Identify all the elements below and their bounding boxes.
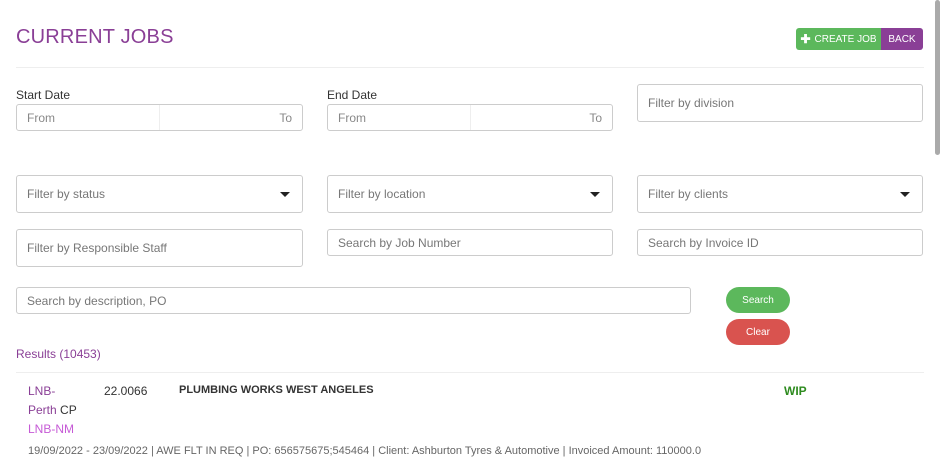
job-location-suffix: CP xyxy=(56,403,77,417)
job-status-badge: WIP xyxy=(784,384,807,398)
page-title: CURRENT JOBS xyxy=(16,26,174,48)
caret-down-icon xyxy=(590,192,600,197)
clear-button[interactable]: Clear xyxy=(726,319,790,345)
end-date-label: End Date xyxy=(327,88,378,102)
description-search-input[interactable]: Search by description, PO xyxy=(16,287,691,314)
end-date-to-input[interactable]: To xyxy=(469,105,613,130)
results-count: Results (10453) xyxy=(16,347,101,361)
end-date-from-input[interactable]: From xyxy=(328,105,470,130)
status-filter-placeholder: Filter by status xyxy=(27,187,106,201)
job-number: 22.0066 xyxy=(104,384,148,398)
job-list-item[interactable]: LNB- Perth CP LNB-NM 22.0066 PLUMBING WO… xyxy=(16,372,924,468)
create-job-label: CREATE JOB xyxy=(814,33,877,45)
division-filter-placeholder: Filter by division xyxy=(648,96,735,110)
responsible-staff-filter-input[interactable]: Filter by Responsible Staff xyxy=(16,229,303,267)
create-job-button[interactable]: ✚ CREATE JOB xyxy=(796,28,881,50)
division-filter-input[interactable]: Filter by division xyxy=(637,84,923,122)
clients-filter-placeholder: Filter by clients xyxy=(648,187,729,201)
start-date-to-input[interactable]: To xyxy=(159,105,302,130)
caret-down-icon xyxy=(900,192,910,197)
responsible-staff-placeholder: Filter by Responsible Staff xyxy=(27,241,167,255)
status-filter-select[interactable]: Filter by status xyxy=(16,175,303,213)
clients-filter-select[interactable]: Filter by clients xyxy=(637,175,923,213)
end-date-range: From To xyxy=(327,104,613,131)
start-date-label: Start Date xyxy=(16,88,71,102)
description-placeholder: Search by description, PO xyxy=(27,293,167,308)
job-sub-location[interactable]: LNB-NM xyxy=(28,422,74,436)
header-divider xyxy=(16,67,924,68)
job-number-search-input[interactable]: Search by Job Number xyxy=(327,229,613,256)
job-meta: 19/09/2022 - 23/09/2022 | AWE FLT IN REQ… xyxy=(28,445,702,457)
invoice-id-placeholder: Search by Invoice ID xyxy=(648,235,759,250)
scrollbar[interactable] xyxy=(935,0,940,155)
location-filter-placeholder: Filter by location xyxy=(338,187,426,201)
job-location-link[interactable]: LNB- xyxy=(28,384,55,398)
back-button[interactable]: BACK xyxy=(881,28,923,50)
job-location-line: Perth CP xyxy=(28,403,77,417)
job-location-city[interactable]: Perth xyxy=(28,403,57,417)
start-date-range: From To xyxy=(16,104,303,131)
job-number-placeholder: Search by Job Number xyxy=(338,235,461,250)
caret-down-icon xyxy=(280,192,290,197)
invoice-id-search-input[interactable]: Search by Invoice ID xyxy=(637,229,923,256)
plus-icon: ✚ xyxy=(800,32,811,46)
search-button[interactable]: Search xyxy=(726,287,790,313)
start-date-from-input[interactable]: From xyxy=(17,105,159,130)
location-filter-select[interactable]: Filter by location xyxy=(327,175,613,213)
job-title[interactable]: PLUMBING WORKS WEST ANGELES xyxy=(179,384,374,396)
